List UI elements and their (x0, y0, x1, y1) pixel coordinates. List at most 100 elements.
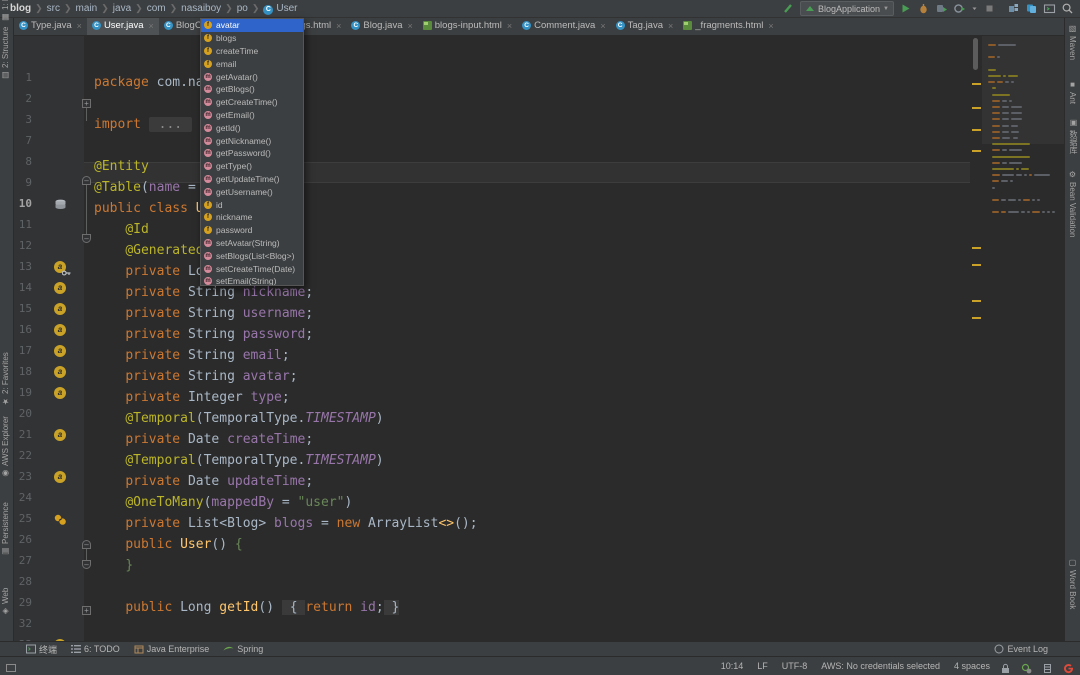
completion-item[interactable]: mgetUsername() (201, 185, 303, 198)
completion-item[interactable]: mgetBlogs() (201, 83, 303, 96)
completion-item[interactable]: msetEmail(String) (201, 275, 303, 286)
editor-scrollbar-thumb[interactable] (973, 38, 978, 70)
close-icon[interactable]: × (507, 21, 512, 31)
run-with-coverage-icon[interactable] (935, 2, 948, 15)
editor-tab--fragments-html[interactable]: _fragments.html× (678, 18, 778, 35)
jpa-field-icon[interactable]: a (54, 471, 67, 484)
jpa-field-icon[interactable]: a (54, 303, 67, 316)
fold-toggle-import[interactable]: + (82, 99, 91, 108)
event-log-button[interactable]: Event Log (994, 644, 1048, 654)
breadcrumb-item-blog[interactable]: blog (6, 3, 35, 14)
search-icon[interactable] (1061, 2, 1074, 15)
jpa-field-icon[interactable]: a (54, 282, 67, 295)
status-indent[interactable]: 4 spaces (954, 661, 990, 671)
primary-key-icon[interactable] (62, 264, 75, 277)
bottom-tool-terminal[interactable]: 终端 (26, 643, 57, 656)
editor-tab-tag-java[interactable]: CTag.java× (611, 18, 679, 35)
completion-item[interactable]: fcreateTime (201, 45, 303, 58)
breadcrumb-item-po[interactable]: po (233, 3, 252, 14)
completion-item[interactable]: mgetEmail() (201, 109, 303, 122)
completion-item[interactable]: mgetAvatar() (201, 70, 303, 83)
completion-item[interactable]: mgetType() (201, 160, 303, 173)
marker-stripe[interactable] (972, 247, 981, 249)
close-icon[interactable]: × (408, 21, 413, 31)
completion-item[interactable]: msetCreateTime(Date) (201, 262, 303, 275)
completion-item[interactable]: femail (201, 57, 303, 70)
sidebar-item-bean-validation[interactable]: ⚙ Bean Validation (1068, 170, 1077, 237)
marker-stripe[interactable] (972, 264, 981, 266)
marker-stripe[interactable] (972, 150, 981, 152)
close-icon[interactable]: × (768, 21, 773, 31)
marker-stripe[interactable] (972, 83, 981, 85)
sidebar-item-project[interactable]: ▦ 1: Project (1, 0, 10, 22)
completion-item[interactable]: mgetId() (201, 121, 303, 134)
sync-icon[interactable] (1025, 2, 1038, 15)
close-icon[interactable]: × (336, 21, 341, 31)
jpa-field-icon[interactable]: a (54, 324, 67, 337)
run-configuration-selector[interactable]: BlogApplication ▼ (800, 1, 894, 16)
fold-toggle-class-start[interactable]: – (82, 176, 91, 185)
completion-item[interactable]: favatar (201, 19, 303, 32)
close-icon[interactable]: × (77, 21, 82, 31)
completion-item[interactable]: fpassword (201, 224, 303, 237)
completion-item[interactable]: msetBlogs(List<Blog>) (201, 249, 303, 262)
close-icon[interactable]: × (668, 21, 673, 31)
marker-stripe[interactable] (972, 317, 981, 319)
editor-minimap[interactable] (982, 36, 1064, 647)
bottom-tool-todo[interactable]: 6: TODO (71, 644, 120, 654)
debug-icon[interactable] (917, 2, 930, 15)
fold-toggle-class-end[interactable]: – (82, 234, 91, 243)
code-editor[interactable]: 12378910111213a14a15a16a17a18a19a2021a22… (14, 36, 1064, 647)
breadcrumb-item-src[interactable]: src (43, 3, 64, 14)
minimap-viewport[interactable] (982, 36, 1064, 144)
editor-tab-blog-java[interactable]: CBlog.java× (346, 18, 417, 35)
lock-icon[interactable] (1000, 661, 1011, 672)
sidebar-item-aws-explorer[interactable]: ◉ AWS Explorer (1, 416, 10, 478)
status-aws-credentials[interactable]: AWS: No credentials selected (821, 661, 940, 671)
jpa-field-icon[interactable]: a (54, 366, 67, 379)
terminal-icon[interactable] (1043, 2, 1056, 15)
breadcrumb-item-nasaiboy[interactable]: nasaiboy (177, 3, 225, 14)
fold-toggle-ctor-start[interactable]: – (82, 540, 91, 549)
completion-item[interactable]: mgetUpdateTime() (201, 173, 303, 186)
stop-icon[interactable] (983, 2, 996, 15)
close-icon[interactable]: × (600, 21, 605, 31)
jpa-field-icon[interactable]: a (54, 387, 67, 400)
completion-item[interactable]: fnickname (201, 211, 303, 224)
sidebar-item-web[interactable]: ◈ Web (1, 588, 10, 616)
editor-tab-blogs-input-html[interactable]: blogs-input.html× (418, 18, 517, 35)
build-icon[interactable] (782, 2, 795, 15)
breadcrumb-item-main[interactable]: main (72, 3, 102, 14)
bottom-tool-spring[interactable]: Spring (223, 644, 263, 654)
editor-marker-lane[interactable] (970, 36, 982, 647)
status-line-separator[interactable]: LF (757, 661, 768, 671)
sidebar-item-word-book[interactable]: ▢ Word Book (1068, 558, 1077, 609)
completion-item[interactable]: fid (201, 198, 303, 211)
completion-item[interactable]: mgetPassword() (201, 147, 303, 160)
breadcrumb-item-com[interactable]: com (143, 3, 170, 14)
inspection-icon[interactable] (1021, 661, 1032, 672)
marker-stripe[interactable] (972, 129, 981, 131)
sidebar-item-structure[interactable]: ▥ 2: Structure (1, 27, 10, 80)
jpa-entity-icon[interactable] (54, 198, 67, 211)
memory-widget-icon[interactable] (6, 661, 17, 672)
completion-item[interactable]: mgetCreateTime() (201, 96, 303, 109)
run-icon[interactable] (899, 2, 912, 15)
marker-stripe[interactable] (972, 107, 981, 109)
close-icon[interactable]: × (149, 21, 154, 31)
completion-item[interactable]: fblogs (201, 32, 303, 45)
sidebar-item-maven[interactable]: ▧ Maven (1068, 24, 1077, 60)
jpa-field-icon[interactable]: a (54, 429, 67, 442)
completion-item[interactable]: msetAvatar(String) (201, 237, 303, 250)
google-icon[interactable] (1063, 661, 1074, 672)
marker-stripe[interactable] (972, 300, 981, 302)
sidebar-item-ant[interactable]: ■ Ant (1068, 80, 1077, 104)
sidebar-item-database[interactable]: ▣ 数据库 (1068, 118, 1079, 154)
breadcrumb-item-java[interactable]: java (109, 3, 135, 14)
status-encoding[interactable]: UTF-8 (782, 661, 808, 671)
editor-tab-user-java[interactable]: CUser.java× (87, 18, 159, 35)
status-time[interactable]: 10:14 (721, 661, 744, 671)
jpa-relation-icon[interactable] (54, 513, 67, 526)
code-completion-popup[interactable]: favatarfblogsfcreateTimefemailmgetAvatar… (200, 18, 304, 286)
jpa-field-icon[interactable]: a (54, 345, 67, 358)
